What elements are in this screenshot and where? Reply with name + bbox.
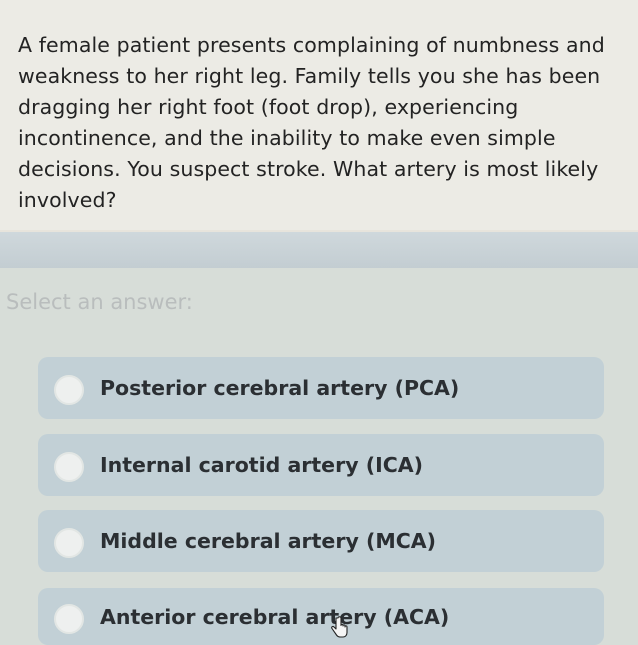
radio-button[interactable]	[54, 452, 84, 482]
radio-button[interactable]	[54, 603, 84, 634]
divider-band	[0, 232, 638, 268]
answer-label: Middle cerebral artery (MCA)	[100, 529, 436, 553]
answer-option-ica[interactable]: Internal carotid artery (ICA)	[38, 434, 604, 496]
answer-option-mca[interactable]: Middle cerebral artery (MCA)	[38, 510, 604, 572]
question-text: A female patient presents complaining of…	[18, 33, 605, 212]
select-answer-prompt: Select an answer:	[6, 290, 193, 314]
answer-option-pca[interactable]: Posterior cerebral artery (PCA)	[38, 357, 604, 419]
question-panel: A female patient presents complaining of…	[0, 0, 638, 230]
answer-option-aca[interactable]: Anterior cerebral artery (ACA)	[38, 588, 604, 645]
answer-label: Posterior cerebral artery (PCA)	[100, 376, 460, 400]
answer-label: Anterior cerebral artery (ACA)	[100, 604, 450, 629]
answer-label: Internal carotid artery (ICA)	[100, 453, 423, 477]
radio-button[interactable]	[54, 375, 84, 405]
radio-button[interactable]	[54, 528, 84, 558]
hand-pointer-icon	[330, 616, 348, 640]
